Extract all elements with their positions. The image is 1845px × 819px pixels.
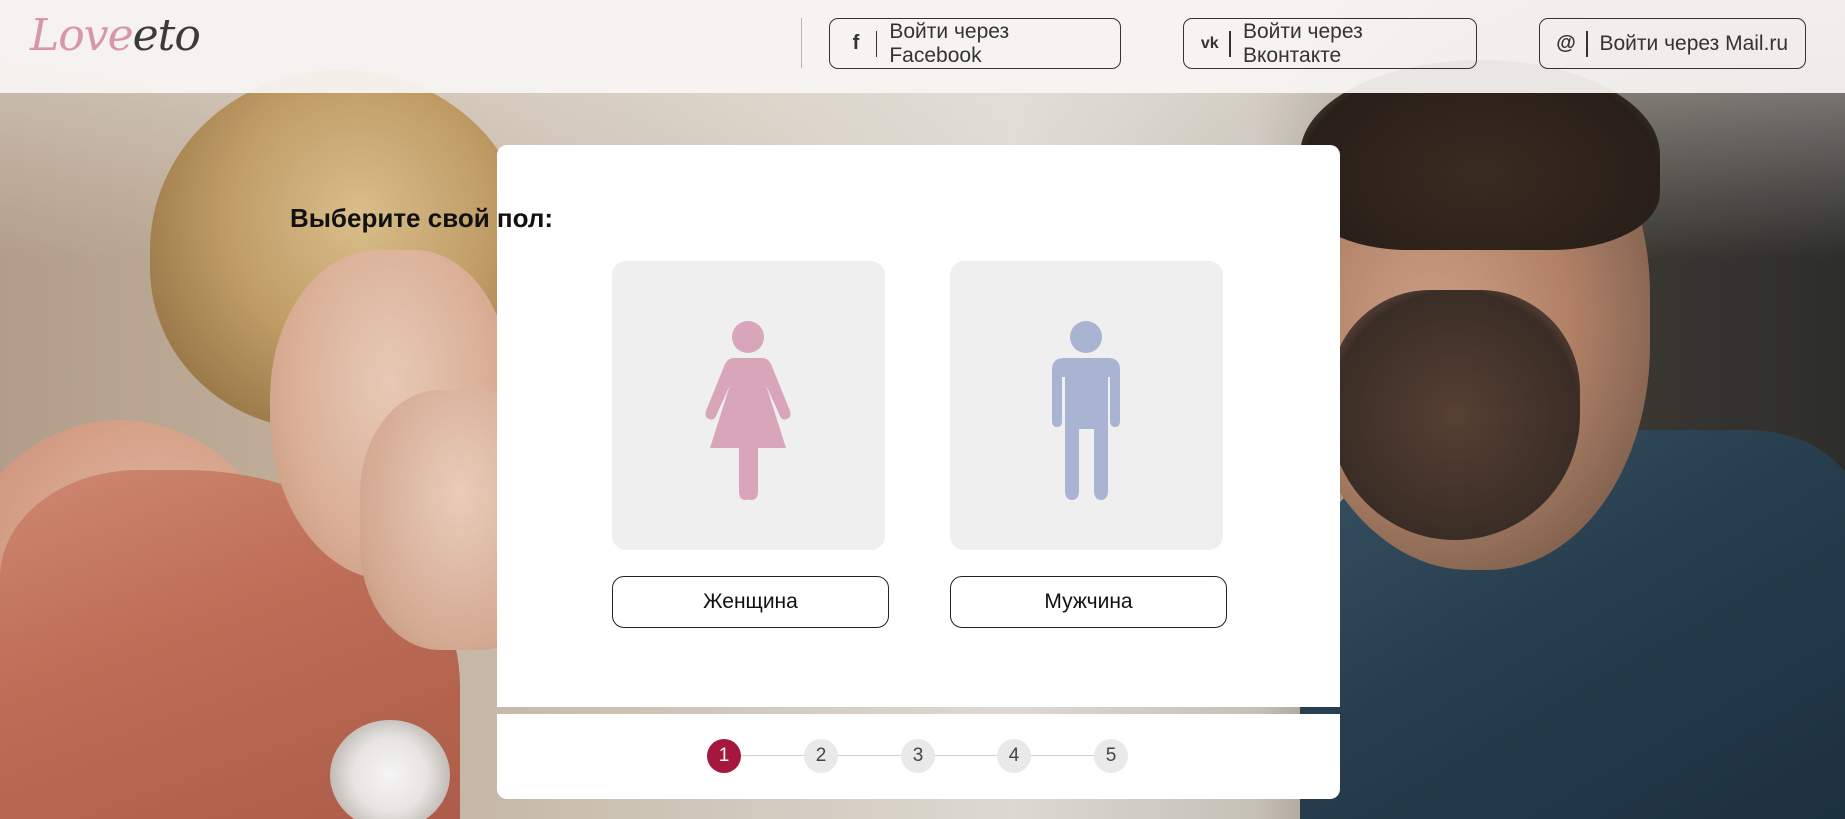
site-logo[interactable]: Loveeto bbox=[30, 10, 201, 61]
male-option-tile[interactable] bbox=[950, 261, 1223, 550]
facebook-icon: f bbox=[852, 32, 860, 54]
logo-part-2: eto bbox=[132, 10, 201, 61]
step-4[interactable]: 4 bbox=[997, 739, 1031, 773]
vk-icon: vk bbox=[1200, 34, 1219, 52]
login-mailru-label: Войти через Mail.ru bbox=[1599, 31, 1789, 55]
male-select-button[interactable]: Мужчина bbox=[950, 576, 1227, 628]
button-separator bbox=[875, 30, 878, 57]
step-1[interactable]: 1 bbox=[707, 739, 741, 773]
step-3[interactable]: 3 bbox=[901, 739, 935, 773]
login-facebook-button[interactable]: f Войти через Facebook bbox=[829, 18, 1121, 69]
male-figure-icon bbox=[1052, 321, 1120, 500]
login-facebook-label: Войти через Facebook bbox=[889, 19, 1010, 67]
step-2[interactable]: 2 bbox=[804, 739, 838, 773]
female-option-tile[interactable] bbox=[612, 261, 885, 550]
step-5[interactable]: 5 bbox=[1094, 739, 1128, 773]
female-figure-icon bbox=[705, 321, 791, 500]
logo-part-1: Love bbox=[30, 10, 134, 61]
top-header: Loveeto f Войти через Facebook vk Войти … bbox=[0, 0, 1845, 93]
mail-ru-icon: @ bbox=[1556, 32, 1576, 54]
login-mailru-button[interactable]: @ Войти через Mail.ru bbox=[1539, 18, 1806, 69]
button-separator bbox=[1229, 30, 1231, 57]
login-vk-button[interactable]: vk Войти через Вконтакте bbox=[1183, 18, 1477, 69]
header-divider bbox=[801, 18, 802, 68]
login-vk-label: Войти через Вконтакте bbox=[1242, 19, 1363, 67]
gender-select-title: Выберите свой пол: bbox=[289, 203, 554, 233]
female-select-button[interactable]: Женщина bbox=[612, 576, 889, 628]
button-separator bbox=[1586, 30, 1588, 57]
